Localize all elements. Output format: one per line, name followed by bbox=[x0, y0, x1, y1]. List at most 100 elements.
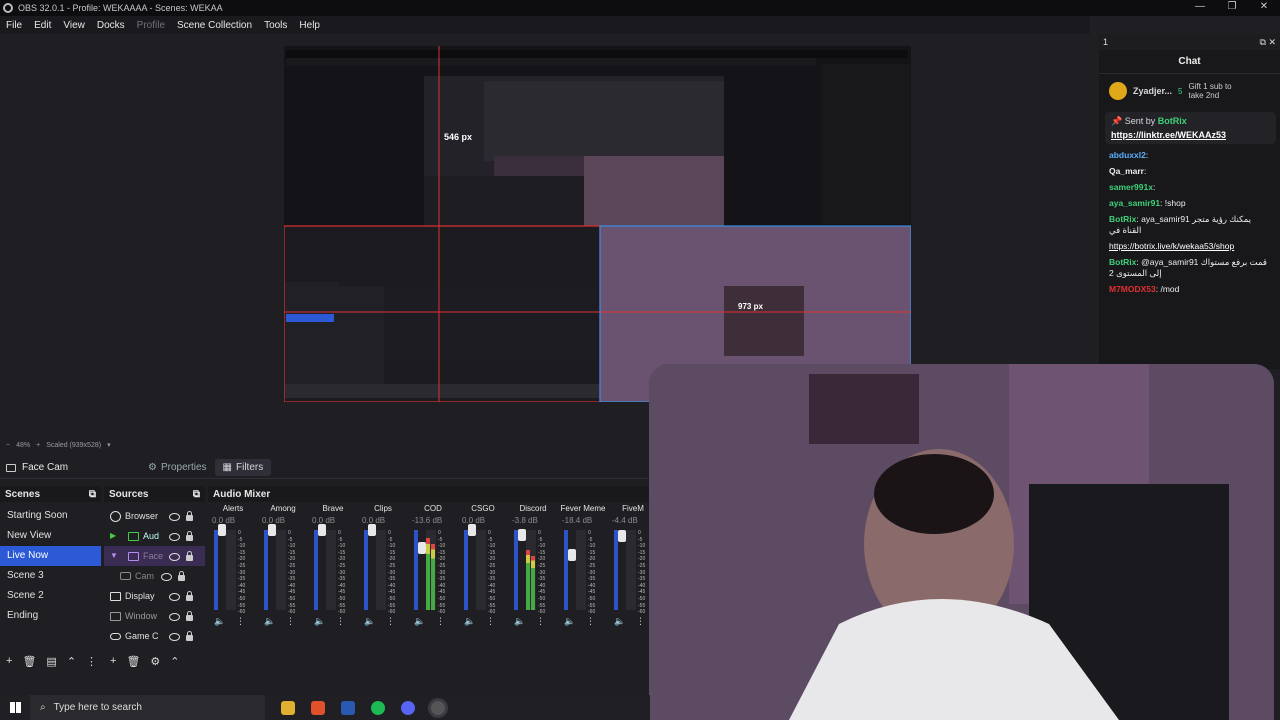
menu-profile[interactable]: Profile bbox=[137, 20, 165, 31]
steam-icon[interactable] bbox=[341, 700, 355, 715]
hidden-icon[interactable] bbox=[161, 571, 172, 581]
source-item-aud[interactable]: ▶ Aud bbox=[104, 526, 205, 546]
minimize-button[interactable]: — bbox=[1184, 0, 1216, 16]
chat-user[interactable]: BotRix bbox=[1109, 214, 1136, 224]
source-item-window[interactable]: Window bbox=[104, 606, 205, 626]
volume-knob[interactable] bbox=[268, 524, 276, 536]
menu-file[interactable]: File bbox=[6, 20, 22, 31]
add-scene-button[interactable]: + bbox=[6, 655, 12, 667]
volume-slider[interactable] bbox=[214, 524, 226, 610]
zoom-out-icon[interactable]: − bbox=[6, 442, 10, 449]
windows-start-icon[interactable] bbox=[10, 702, 21, 713]
menu-tools[interactable]: Tools bbox=[264, 20, 287, 31]
remove-scene-button[interactable]: 🗑 bbox=[22, 655, 36, 668]
remove-source-button[interactable]: 🗑 bbox=[126, 655, 140, 668]
discord-icon[interactable] bbox=[401, 700, 415, 715]
taskbar-search[interactable]: ⌕ Type here to search bbox=[30, 695, 265, 720]
speaker-icon[interactable]: 🔈 bbox=[214, 616, 225, 627]
source-item-browser[interactable]: Browser bbox=[104, 506, 205, 526]
more-icon[interactable]: ⋮ bbox=[586, 616, 595, 627]
expand-icon[interactable]: ▶ bbox=[110, 531, 118, 542]
volume-knob[interactable] bbox=[518, 529, 526, 542]
source-item-display[interactable]: Display bbox=[104, 586, 205, 606]
chat-user[interactable]: samer991x bbox=[1109, 182, 1153, 192]
menu-edit[interactable]: Edit bbox=[34, 20, 51, 31]
source-settings-button[interactable]: ⚙ bbox=[150, 655, 160, 668]
chat-user[interactable]: aya_samir91 bbox=[1109, 198, 1160, 208]
volume-slider[interactable] bbox=[614, 529, 626, 610]
chat-user[interactable]: Qa_marr bbox=[1109, 166, 1144, 176]
volume-slider[interactable] bbox=[464, 524, 476, 610]
scene-item-starting-soon[interactable]: Starting Soon bbox=[0, 506, 101, 526]
speaker-icon[interactable]: 🔈 bbox=[264, 616, 275, 627]
volume-knob[interactable] bbox=[568, 548, 576, 561]
more-icon[interactable]: ⋮ bbox=[386, 616, 395, 627]
speaker-icon[interactable]: 🔈 bbox=[314, 616, 325, 627]
filters-button[interactable]: ▦ Filters bbox=[214, 459, 272, 476]
more-icon[interactable]: ⋮ bbox=[636, 616, 645, 627]
close-icon[interactable]: ✕ bbox=[1268, 37, 1276, 47]
more-icon[interactable]: ⋮ bbox=[486, 616, 495, 627]
volume-knob[interactable] bbox=[418, 542, 426, 555]
visibility-icon[interactable] bbox=[169, 591, 180, 601]
chat-link[interactable]: https://botrix.live/k/wekaa53/shop bbox=[1099, 241, 1280, 252]
speaker-icon[interactable]: 🔈 bbox=[564, 616, 575, 627]
speaker-icon[interactable]: 🔈 bbox=[364, 616, 375, 627]
lock-icon[interactable] bbox=[177, 571, 187, 581]
source-item-cam[interactable]: Cam bbox=[104, 566, 205, 586]
more-icon[interactable]: ⋮ bbox=[536, 616, 545, 627]
more-icon[interactable]: ⋮ bbox=[286, 616, 295, 627]
lock-icon[interactable] bbox=[185, 551, 195, 561]
visibility-icon[interactable] bbox=[169, 531, 180, 541]
pinned-link[interactable]: https://linktr.ee/WEKAAz53 bbox=[1111, 130, 1270, 140]
zoom-in-icon[interactable]: + bbox=[36, 442, 40, 449]
speaker-icon[interactable]: 🔈 bbox=[464, 616, 475, 627]
volume-knob[interactable] bbox=[318, 524, 326, 536]
collapse-icon[interactable]: ▼ bbox=[110, 551, 118, 562]
scene-item-live-now[interactable]: Live Now bbox=[0, 546, 101, 566]
program-preview[interactable]: 546 px 973 px bbox=[283, 46, 912, 403]
volume-knob[interactable] bbox=[218, 524, 226, 536]
obs-taskbar-icon[interactable] bbox=[431, 700, 445, 715]
scene-item-ending[interactable]: Ending bbox=[0, 606, 101, 626]
volume-knob[interactable] bbox=[368, 524, 376, 536]
volume-knob[interactable] bbox=[618, 529, 626, 542]
scene-item-new-view[interactable]: New View bbox=[0, 526, 101, 546]
close-button[interactable]: ✕ bbox=[1248, 0, 1280, 16]
scene-filter-button[interactable]: ▤ bbox=[46, 655, 56, 668]
dock-float-icon[interactable]: ⧉ bbox=[193, 489, 200, 500]
volume-slider[interactable] bbox=[564, 530, 576, 610]
chevron-down-icon[interactable]: ▾ bbox=[107, 441, 111, 449]
move-up-button[interactable]: ⌃ bbox=[170, 655, 179, 668]
hidden-icon[interactable] bbox=[169, 551, 180, 561]
lock-icon[interactable] bbox=[185, 611, 195, 621]
speaker-icon[interactable]: 🔈 bbox=[414, 616, 425, 627]
lock-icon[interactable] bbox=[185, 511, 195, 521]
speaker-icon[interactable]: 🔈 bbox=[614, 616, 625, 627]
chat-user[interactable]: abduxxl2 bbox=[1109, 150, 1146, 160]
volume-slider[interactable] bbox=[514, 529, 526, 610]
lock-icon[interactable] bbox=[185, 531, 195, 541]
visibility-icon[interactable] bbox=[169, 631, 180, 641]
scene-item-scene-3[interactable]: Scene 3 bbox=[0, 566, 101, 586]
source-item-game[interactable]: Game C bbox=[104, 626, 205, 646]
add-source-button[interactable]: + bbox=[110, 655, 116, 667]
dock-float-icon[interactable]: ⧉ bbox=[89, 489, 96, 500]
lock-icon[interactable] bbox=[185, 591, 195, 601]
brave-icon[interactable] bbox=[311, 700, 325, 715]
chat-user[interactable]: M7MODX53 bbox=[1109, 284, 1156, 294]
more-icon[interactable]: ⋮ bbox=[336, 616, 345, 627]
volume-slider[interactable] bbox=[314, 524, 326, 610]
float-icon[interactable]: ⧉ bbox=[1260, 37, 1266, 47]
lock-icon[interactable] bbox=[185, 631, 195, 641]
visibility-icon[interactable] bbox=[169, 511, 180, 521]
volume-slider[interactable] bbox=[414, 530, 426, 610]
restore-button[interactable]: ❐ bbox=[1216, 0, 1248, 16]
more-button[interactable]: ⋮ bbox=[86, 655, 97, 668]
volume-slider[interactable] bbox=[264, 524, 276, 610]
menu-scene-collection[interactable]: Scene Collection bbox=[177, 20, 252, 31]
spotify-icon[interactable] bbox=[371, 700, 385, 715]
scene-item-scene-2[interactable]: Scene 2 bbox=[0, 586, 101, 606]
file-explorer-icon[interactable] bbox=[281, 700, 295, 715]
chat-tab[interactable]: 1 bbox=[1103, 37, 1108, 47]
